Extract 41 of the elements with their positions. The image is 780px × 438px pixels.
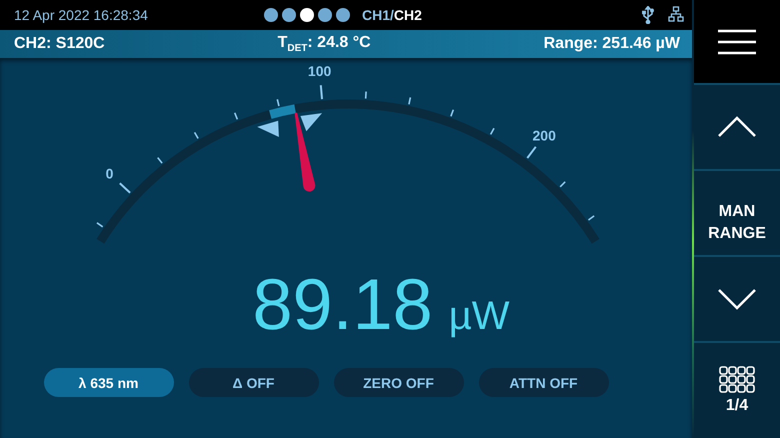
limit-marker-icon (300, 113, 322, 132)
chevron-up-icon (717, 116, 757, 138)
tick-mark (320, 85, 324, 100)
chevron-down-icon (717, 288, 757, 310)
menu-icon (717, 28, 757, 54)
tick-mark (408, 97, 412, 104)
page-indicator: 1/4 (726, 397, 748, 415)
tick-mark (234, 112, 238, 120)
limit-marker-icon (257, 120, 279, 138)
power-unit: µW (448, 294, 510, 339)
option-button[interactable]: Δ OFF (188, 368, 318, 397)
option-button[interactable]: ATTN OFF (478, 368, 608, 397)
tick-mark (276, 99, 280, 106)
tick-mark (560, 181, 566, 188)
tick-mark (96, 222, 104, 228)
scale-label: 200 (532, 128, 556, 144)
grid-icon (719, 366, 755, 393)
option-button[interactable]: ZERO OFF (334, 368, 464, 397)
tick-mark (157, 157, 163, 164)
temperature-label: T$_{DET}$: 24.8 °C (278, 34, 371, 54)
channel-label[interactable]: CH2 (394, 7, 422, 23)
power-value: 89.18 (252, 264, 433, 346)
date-time: 12 Apr 2022 16:28:34 (14, 7, 149, 23)
tick-mark (119, 182, 131, 194)
tick-mark (526, 146, 537, 159)
tick-mark (450, 109, 454, 117)
menu-button[interactable] (694, 0, 780, 85)
channel-separator: / (390, 7, 394, 23)
tick-mark (490, 128, 495, 135)
channel-label[interactable]: CH1 (362, 7, 390, 23)
sensor-label: CH2: S120C (14, 35, 105, 53)
option-button[interactable]: λ 635 nm (44, 368, 174, 397)
tick-mark (194, 132, 199, 139)
range-label: Range: 251.46 µW (544, 35, 680, 53)
tick-mark (588, 215, 595, 221)
network-icon (668, 6, 684, 22)
tick-mark (364, 91, 367, 99)
usb-icon (642, 6, 654, 24)
scale-label: 100 (308, 63, 332, 80)
range-marker (269, 104, 296, 119)
scale-label: 0 (106, 166, 114, 182)
